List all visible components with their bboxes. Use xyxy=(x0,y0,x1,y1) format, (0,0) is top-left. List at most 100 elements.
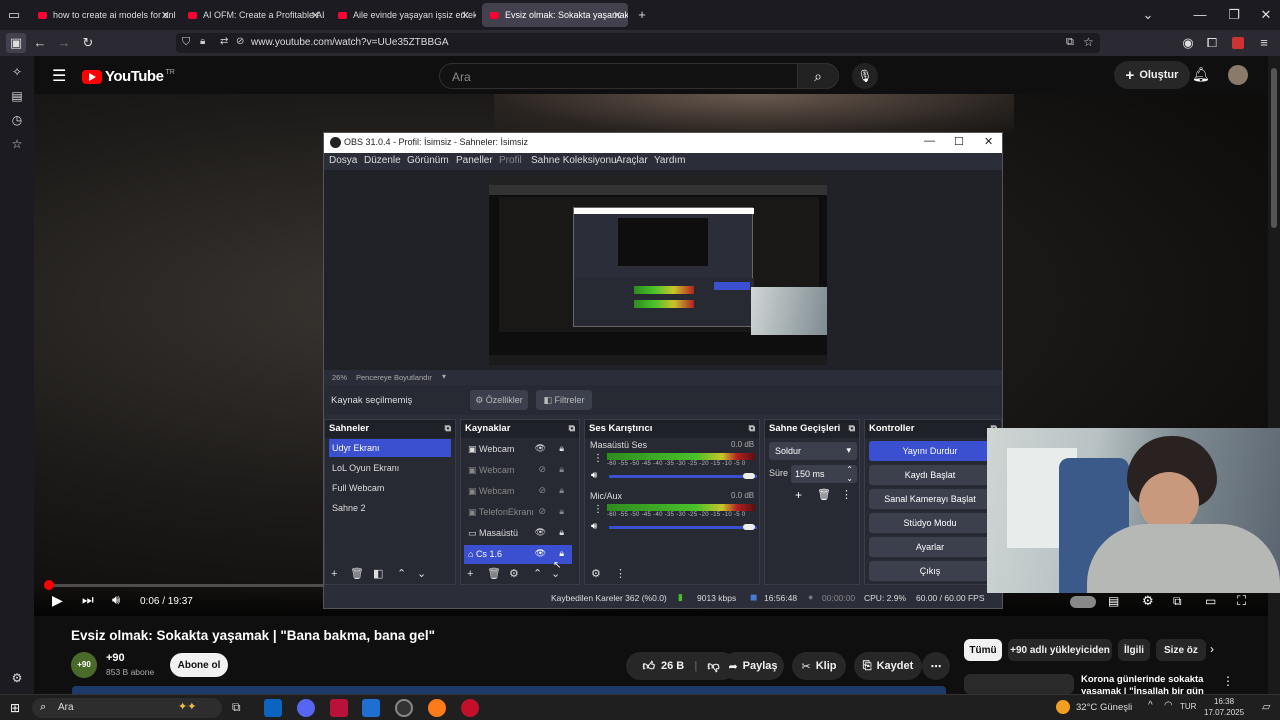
hidden-eye-icon[interactable]: ⊘ xyxy=(538,506,546,517)
scene-item[interactable]: Sahne 2 xyxy=(329,499,451,517)
share-button[interactable]: ➦ Paylaş xyxy=(722,652,784,680)
taskbar-search[interactable]: ⌕ Ara ✦✦ xyxy=(32,698,222,718)
avatar[interactable] xyxy=(1228,65,1248,85)
autoplay-toggle[interactable] xyxy=(1070,596,1096,608)
voice-search-button[interactable]: 🎙︎ xyxy=(852,63,878,89)
move-up-icon[interactable]: ⌃ xyxy=(397,567,406,580)
create-button[interactable]: + Oluştur xyxy=(1114,61,1190,89)
url-bar[interactable]: ⛉ 🔒︎ ⇄ ⊘ www.youtube.com/watch?v=UUe35ZT… xyxy=(176,33,1100,53)
more-vertical-icon[interactable]: ⋮ xyxy=(1222,674,1234,688)
add-scene-icon[interactable]: + xyxy=(331,568,337,580)
lock-icon[interactable]: 🔒︎ xyxy=(559,506,564,517)
start-virtual-camera-button[interactable]: Sanal Kamerayı Başlat xyxy=(869,489,991,509)
close-icon[interactable]: ✕ xyxy=(461,9,470,22)
lock-icon[interactable]: 🔒︎ xyxy=(559,527,564,538)
scene-item[interactable]: Udyr Ekranı xyxy=(329,439,451,457)
menu-edit[interactable]: Düzenle xyxy=(364,155,401,166)
search-input[interactable]: Ara xyxy=(439,63,799,89)
close-icon[interactable]: ✕ xyxy=(984,135,993,148)
chip-related[interactable]: İlgili xyxy=(1118,639,1150,661)
minimize-icon[interactable]: — xyxy=(924,135,935,147)
notifications-bell-icon[interactable]: 🔔︎ xyxy=(1192,66,1210,83)
sidebar-toggle-icon[interactable]: ▣ xyxy=(6,33,26,53)
volume-icon[interactable]: 🔊︎ xyxy=(112,592,120,608)
language-indicator[interactable]: TUR xyxy=(1180,702,1196,711)
menu-icon[interactable]: ≡ xyxy=(1254,30,1274,56)
advanced-audio-gear-icon[interactable]: ⚙ xyxy=(591,567,601,580)
more-vertical-icon[interactable]: ⋮ xyxy=(593,453,603,464)
menu-scene-collection[interactable]: Sahne Koleksiyonu xyxy=(531,155,617,166)
browser-tab-4-active[interactable]: Evsiz olmak: Sokakta yaşamak | ✕ xyxy=(482,3,628,27)
more-vertical-icon[interactable]: ⋮ xyxy=(841,488,852,501)
add-source-icon[interactable]: + xyxy=(467,568,473,580)
restore-icon[interactable]: ❐ xyxy=(1224,2,1244,28)
properties-button[interactable]: ⚙ Özellikler xyxy=(470,390,528,410)
source-item[interactable]: ▣ Webcam ⊘ 🔒︎ xyxy=(464,461,572,480)
description-box[interactable] xyxy=(72,686,946,694)
close-window-icon[interactable]: ✕ xyxy=(1256,2,1276,28)
outlook-icon[interactable] xyxy=(264,699,282,717)
obs-preview[interactable] xyxy=(324,170,1002,370)
source-item[interactable]: ▣ TelefonEkranı ⊘ 🔒︎ xyxy=(464,503,572,522)
recommended-thumbnail[interactable] xyxy=(964,674,1074,694)
move-up-icon[interactable]: ⌃ xyxy=(533,567,542,580)
youtube-logo[interactable]: YouTube TR xyxy=(82,68,175,85)
fullscreen-icon[interactable]: ⛶ xyxy=(1237,593,1246,609)
exit-button[interactable]: Çıkış xyxy=(869,561,991,581)
source-properties-gear-icon[interactable]: ⚙ xyxy=(509,567,519,580)
lock-icon[interactable]: 🔒︎ xyxy=(559,443,564,454)
bookmark-star-icon[interactable]: ☆ xyxy=(1083,35,1094,49)
transition-select[interactable]: Soldur ▾ xyxy=(769,442,857,460)
synced-tabs-icon[interactable]: ▤ xyxy=(7,86,27,106)
firefox-icon[interactable] xyxy=(428,699,446,717)
maximize-icon[interactable]: ☐ xyxy=(954,135,964,148)
youtube-music-icon[interactable] xyxy=(461,699,479,717)
lock-icon[interactable]: 🔒︎ xyxy=(559,485,564,496)
save-button[interactable]: ⎘ Kaydet xyxy=(854,652,922,680)
chevron-right-icon[interactable]: › xyxy=(1210,642,1214,656)
browser-tab-1[interactable]: how to create ai models for onl ✕ xyxy=(30,3,176,27)
menu-view[interactable]: Görünüm xyxy=(407,155,449,166)
theater-mode-icon[interactable]: ▭ xyxy=(1205,594,1216,608)
popout-icon[interactable]: ⧉ xyxy=(569,423,575,434)
ai-chat-icon[interactable]: ✧ xyxy=(7,62,27,82)
studio-mode-button[interactable]: Stüdyo Modu xyxy=(869,513,991,533)
chevron-down-icon[interactable]: ⌄ xyxy=(1138,2,1158,28)
source-item[interactable]: ▭ Masaüstü 👁︎ 🔒︎ xyxy=(464,524,572,543)
recommended-title[interactable]: Korona günlerinde sokakta yaşamak | "İnş… xyxy=(1081,674,1215,694)
visibility-eye-icon[interactable]: 👁︎ xyxy=(535,527,546,538)
volume-slider[interactable] xyxy=(609,475,757,478)
settings-button[interactable]: Ayarlar xyxy=(869,537,991,557)
weather-temp[interactable]: 32°C xyxy=(1076,702,1097,713)
wifi-icon[interactable]: ◠ xyxy=(1164,700,1173,711)
account-icon[interactable]: ◉ xyxy=(1178,30,1198,56)
remove-source-icon[interactable]: 🗑︎ xyxy=(487,567,501,580)
close-icon[interactable]: ✕ xyxy=(161,9,170,22)
menu-tools[interactable]: Araçlar xyxy=(616,155,648,166)
subscribe-button[interactable]: Abone ol xyxy=(170,653,228,677)
remove-scene-icon[interactable]: 🗑︎ xyxy=(350,567,364,580)
menu-help[interactable]: Yardım xyxy=(654,155,686,166)
chevron-up-icon[interactable]: ^ xyxy=(1148,700,1153,711)
source-item[interactable]: ▣ Webcam 👁︎ 🔒︎ xyxy=(464,440,572,459)
volume-slider-knob[interactable] xyxy=(743,524,755,530)
hidden-eye-icon[interactable]: ⊘ xyxy=(538,464,546,475)
scrollbar-thumb[interactable] xyxy=(1271,68,1277,228)
menu-profile[interactable]: Profil xyxy=(499,155,522,166)
settings-gear-icon[interactable]: ⚙ xyxy=(1142,593,1154,609)
remove-transition-icon[interactable]: 🗑︎ xyxy=(817,488,831,501)
forward-icon[interactable]: → xyxy=(54,30,74,56)
visibility-eye-icon[interactable]: 👁︎ xyxy=(535,443,546,454)
menu-file[interactable]: Dosya xyxy=(329,155,357,166)
stop-streaming-button[interactable]: Yayını Durdur xyxy=(869,441,991,461)
settings-gear-icon[interactable]: ⚙ xyxy=(7,668,27,688)
more-actions-button[interactable]: ⋯ xyxy=(922,652,950,680)
filters-button[interactable]: ◧ Filtreler xyxy=(536,390,592,410)
scene-filters-icon[interactable]: ◧ xyxy=(373,567,383,580)
popout-icon[interactable]: ⧉ xyxy=(849,423,855,434)
move-down-icon[interactable]: ⌄ xyxy=(417,567,426,580)
browser-tab-3[interactable]: Aile evinde yaşayan işsiz erkek - ✕ xyxy=(330,3,476,27)
tab-list-icon[interactable]: ▭ xyxy=(4,2,24,28)
scene-item[interactable]: Full Webcam xyxy=(329,479,451,497)
lock-icon[interactable]: 🔒︎ xyxy=(559,464,564,475)
